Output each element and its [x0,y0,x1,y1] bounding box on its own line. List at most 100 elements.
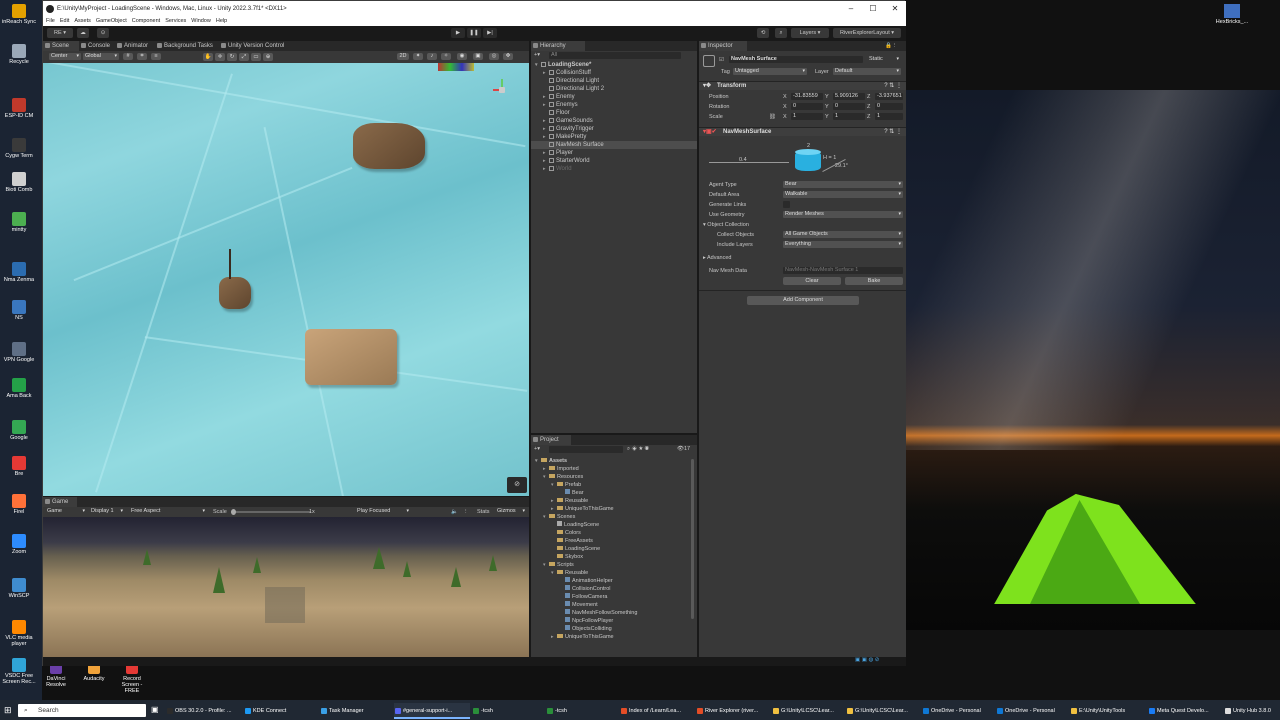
mute-icon[interactable]: 🔈 [451,509,458,515]
tab-inspector[interactable]: Inspector [699,41,747,51]
menu-item-component[interactable]: Component [132,18,160,24]
increment-icon[interactable]: ≡ [151,53,161,60]
pause-icon[interactable]: ❚❚ [467,28,481,38]
hierarchy-item[interactable]: Floor [531,109,697,117]
taskbar-item[interactable]: OneDrive - Personal [996,703,1068,719]
default-area-dropdown[interactable]: Walkable [783,191,903,198]
desktop-icon[interactable]: NS [2,300,36,321]
minimize-icon[interactable]: – [840,1,862,17]
desktop-icon[interactable]: VPN Google [2,342,36,363]
scene-tools-icon[interactable]: ✥ [503,53,513,60]
tree-on-rock-object[interactable] [219,277,251,309]
task-view-icon[interactable]: ▣ [151,705,159,714]
project-item[interactable]: FollowCamera [531,593,691,601]
project-item[interactable]: Bear [531,489,691,497]
project-item[interactable]: Colors [531,529,691,537]
camera-icon[interactable]: ▣ [473,53,483,60]
hierarchy-item[interactable]: ▸ GameSounds [531,117,697,125]
add-component-button[interactable]: Add Component [747,296,859,305]
stats-button[interactable]: Stats [477,509,490,515]
desktop-icon[interactable]: Cygw Term [2,138,36,159]
desktop-icon[interactable]: VLC media player [2,620,36,647]
agent-type-dropdown[interactable]: Bear [783,181,903,188]
hierarchy-item[interactable]: ▸ Enemy [531,93,697,101]
menu-item-services[interactable]: Services [165,18,186,24]
layer-dropdown[interactable]: Default [833,68,901,75]
desktop-icon[interactable]: Bre [2,456,36,477]
rock-object[interactable] [353,123,425,169]
cloud-icon[interactable]: ☁ [77,28,89,38]
display-dropdown[interactable]: Display 1 [89,508,125,515]
box-rock-object[interactable] [305,329,397,385]
step-icon[interactable]: ▶| [483,28,497,38]
position-y[interactable]: 5.909126 [833,93,865,100]
project-item[interactable]: ▾ Reusable [531,569,691,577]
quick-launch-icon[interactable]: Record Screen - FREE [114,662,150,694]
tab-console[interactable]: Console [79,41,115,51]
rect-tool-icon[interactable]: ▭ [251,53,261,61]
navmesh-surface-header[interactable]: NavMeshSurface ▾▣✔? ⇅ ⋮ [699,127,906,136]
taskbar-search-input[interactable]: ⌕ Search [18,704,146,717]
desktop-icon[interactable]: inReach Sync [2,4,36,25]
desktop-icon[interactable]: VSDC Free Screen Rec... [2,658,36,685]
rotation-z[interactable]: 0 [875,103,903,110]
taskbar-item[interactable]: -tcsh [472,703,544,719]
clear-button[interactable]: Clear [783,277,841,285]
navmesh-data-field[interactable]: NavMesh-NavMesh Surface 1 [783,267,903,274]
project-item[interactable]: CollisionControl [531,585,691,593]
scale-slider[interactable] [231,509,311,515]
static-dropdown[interactable]: Static [867,56,901,63]
play-focused-dropdown[interactable]: Play Focused [355,508,411,515]
history-icon[interactable]: ⟲ [757,28,769,38]
menu-item-gameobject[interactable]: GameObject [96,18,127,24]
tab-unity-version-control[interactable]: Unity Version Control [219,41,299,51]
bake-button[interactable]: Bake [845,277,903,285]
layout-dropdown[interactable]: RiverExplorerLayout ▾ [833,28,901,38]
desktop-icon[interactable]: Zoom [2,534,36,555]
collab-icon[interactable]: ⊙ [97,28,109,38]
position-z[interactable]: -3.937651 [875,93,903,100]
scale-slider-thumb[interactable] [231,509,236,515]
aspect-dropdown[interactable]: Free Aspect [129,508,207,515]
project-item[interactable]: ▾ Prefab [531,481,691,489]
hidden-objects-icon[interactable]: ◉ [457,53,467,60]
hierarchy-item[interactable]: ▾ LoadingScene* [531,61,697,69]
project-item[interactable]: ▾ Scripts [531,561,691,569]
menu-item-edit[interactable]: Edit [60,18,69,24]
gizmos-icon[interactable]: ◎ [489,53,499,60]
include-layers-dropdown[interactable]: Everything [783,241,903,248]
project-item[interactable]: ▾ Assets [531,457,691,465]
maximize-icon[interactable]: ☐ [862,1,884,17]
move-tool-icon[interactable]: ✛ [215,53,225,61]
scale-link-icon[interactable]: ⛓ [769,114,776,120]
project-item[interactable]: ▸ UniqueToThisGame [531,633,691,641]
project-search-input[interactable] [549,446,623,453]
taskbar-item[interactable]: Index of /Learn/Lea... [620,703,694,719]
tab-hierarchy[interactable]: Hierarchy [531,41,585,51]
hierarchy-search-input[interactable]: All [549,52,681,59]
start-icon[interactable]: ⊞ [4,705,12,716]
tag-dropdown[interactable]: Untagged [733,68,807,75]
overlay-menu-icon[interactable]: ⊘ [507,477,527,493]
generate-links-checkbox[interactable] [783,201,790,208]
transform-header[interactable]: Transform ▾✥? ⇅ ⋮ [699,81,906,90]
create-icon[interactable]: +▾ [534,446,540,452]
taskbar-item[interactable]: Task Manager [320,703,392,719]
add-icon[interactable]: +▾ [534,52,540,58]
snap-icon[interactable]: ⌗ [137,53,147,60]
lighting-icon[interactable]: ✦ [413,53,423,60]
project-item[interactable]: FreeAssets [531,537,691,545]
taskbar-item[interactable]: River Explorer (river... [696,703,770,719]
desktop-icon[interactable]: mintty [2,212,36,233]
menu-item-assets[interactable]: Assets [74,18,91,24]
hierarchy-item[interactable]: NavMesh Surface [531,141,697,149]
navmesh-menu-icon[interactable]: ? ⇅ ⋮ [884,128,902,137]
taskbar-item[interactable]: OneDrive - Personal [922,703,994,719]
object-collection-foldout[interactable]: ▾ Object Collection [703,222,749,228]
project-item[interactable]: ▸ Reusable [531,497,691,505]
hierarchy-item[interactable]: ▸ World [531,165,697,173]
desktop-icon[interactable]: Ama Back [2,378,36,399]
tab-game[interactable]: Game [43,497,77,507]
mode-2d-button[interactable]: 2D [397,53,409,60]
transform-tool-icon[interactable]: ⊕ [263,53,273,61]
